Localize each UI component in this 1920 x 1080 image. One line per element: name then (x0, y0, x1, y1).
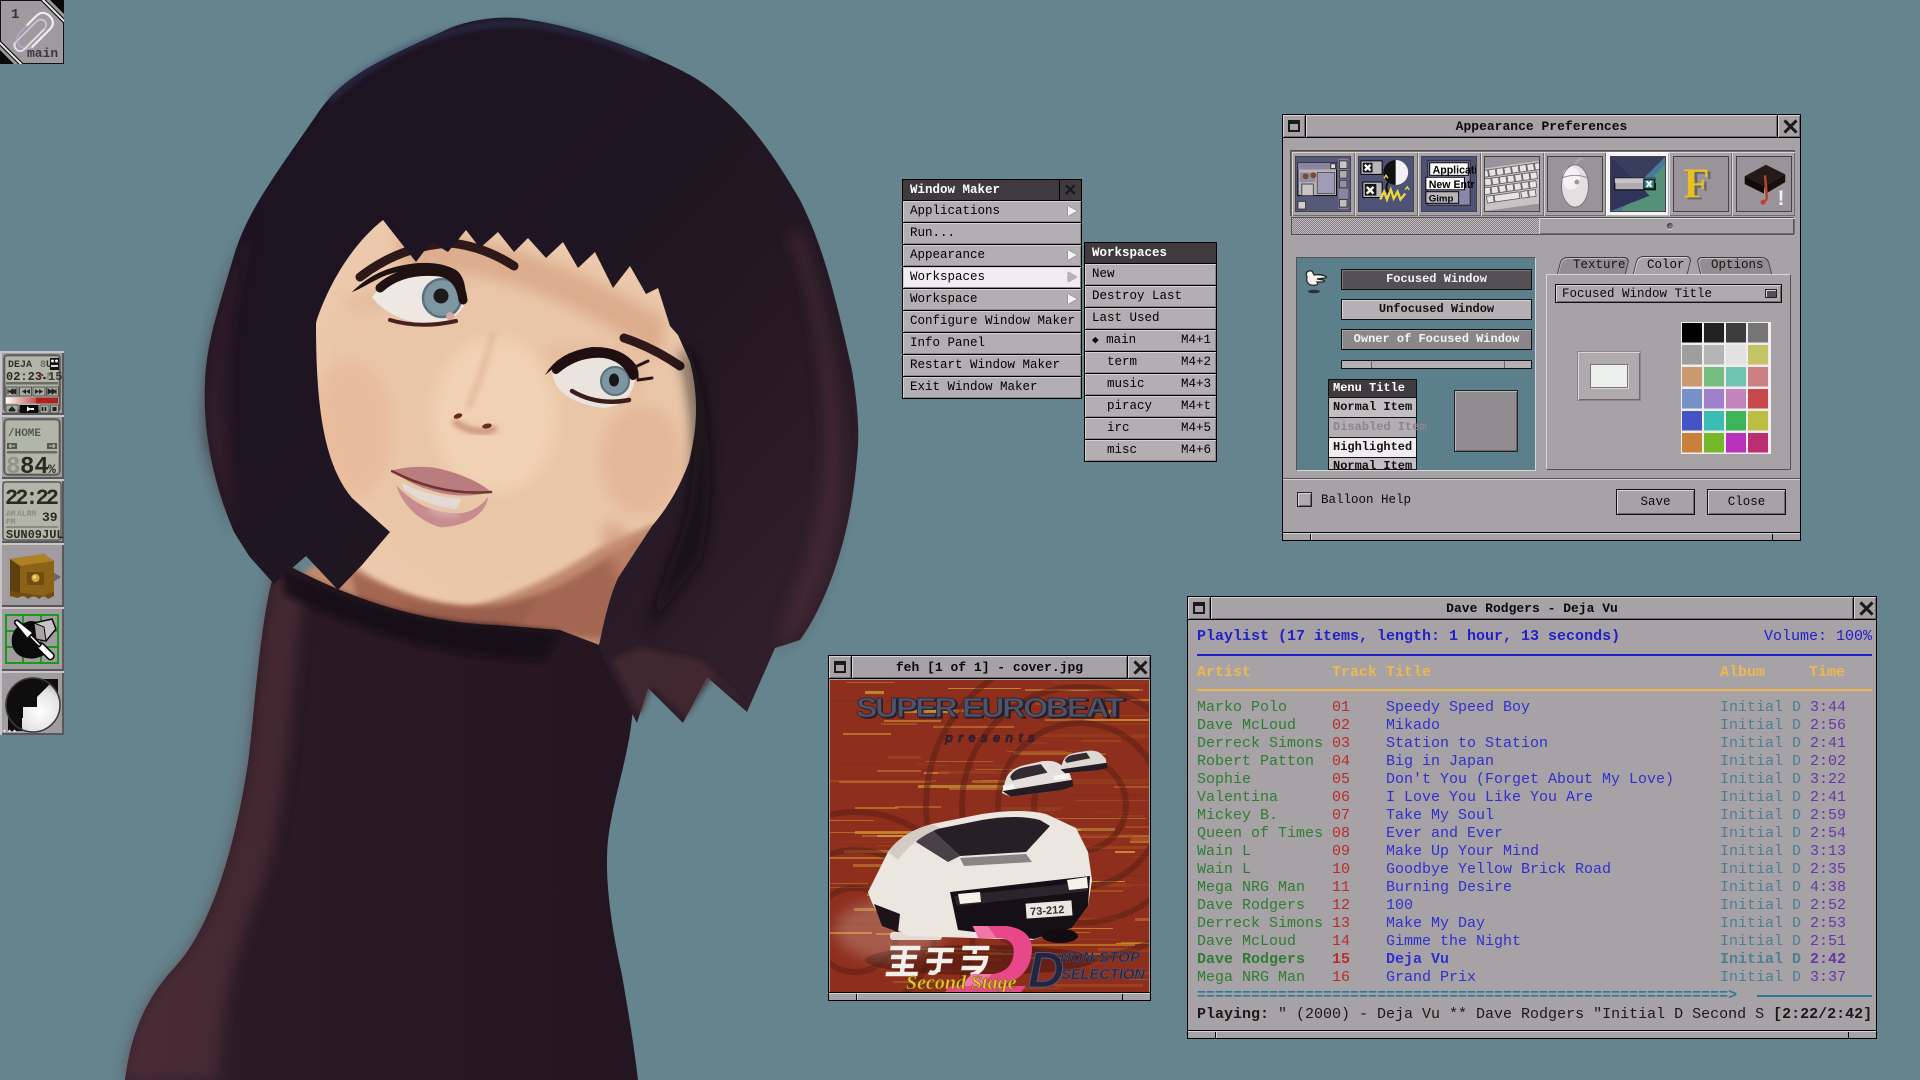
svg-text:1: 1 (11, 7, 19, 23)
svg-text:8: 8 (46, 370, 53, 384)
svg-text:PM: PM (6, 518, 16, 527)
svg-text:8: 8 (6, 454, 20, 479)
svg-text:main: main (27, 46, 58, 61)
svg-text:SUN09JUL: SUN09JUL (6, 528, 64, 542)
svg-text:SUPER EUROBEAT: SUPER EUROBEAT (856, 693, 1125, 724)
svg-text:!: ! (1777, 187, 1784, 210)
svg-text:F: F (1683, 161, 1709, 208)
svg-text:39: 39 (42, 510, 58, 525)
svg-text:SELECTION: SELECTION (1061, 966, 1146, 983)
svg-text:NON-STOP: NON-STOP (1060, 949, 1141, 966)
svg-text:ALRM: ALRM (17, 510, 36, 519)
svg-text:%: % (48, 462, 56, 477)
svg-text:D: D (1028, 942, 1064, 994)
svg-text:New Entr: New Entr (1429, 179, 1475, 191)
svg-text:02:23: 02:23 (6, 370, 42, 384)
svg-text:Second Stage: Second Stage (906, 972, 1017, 994)
svg-text:Applicati: Applicati (1433, 164, 1477, 176)
svg-text:73-212: 73-212 (1030, 904, 1065, 918)
svg-text:Gimp: Gimp (1429, 193, 1454, 204)
svg-text:/HOME: /HOME (8, 428, 41, 440)
svg-text:22:22: 22:22 (5, 486, 59, 511)
svg-text:84: 84 (20, 454, 49, 479)
